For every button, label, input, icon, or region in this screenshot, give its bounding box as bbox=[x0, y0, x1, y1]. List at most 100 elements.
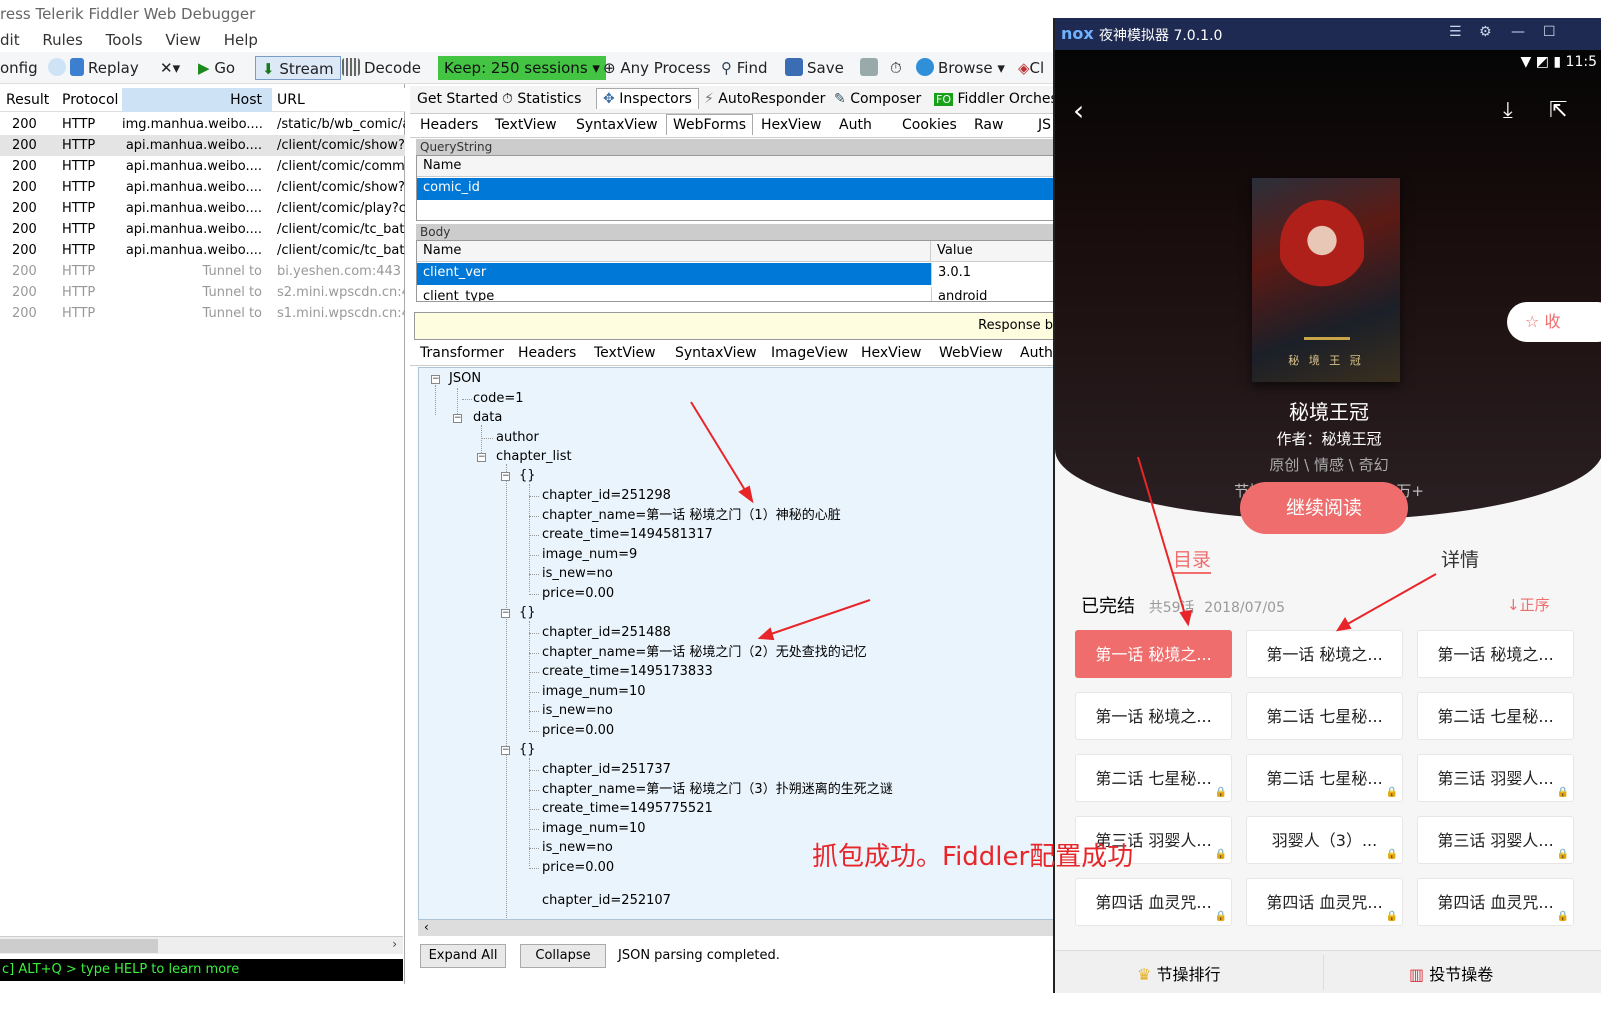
col-url[interactable]: URL bbox=[277, 92, 305, 108]
resp-tab-textview[interactable]: TextView bbox=[594, 345, 656, 361]
body-row2-name[interactable]: client_type bbox=[417, 287, 931, 301]
sort-button[interactable]: ↓正序 bbox=[1507, 594, 1550, 615]
node-field[interactable]: price=0.00 bbox=[542, 722, 614, 740]
chapter-item[interactable]: 第三话 羽婴人... 🔒 bbox=[1417, 754, 1574, 802]
any-process-button[interactable]: ⊕ Any Process bbox=[603, 56, 711, 80]
tab-detail[interactable]: 详情 bbox=[1441, 545, 1479, 572]
node-object[interactable]: {} bbox=[519, 467, 536, 485]
collapse-object-icon[interactable]: − bbox=[501, 472, 510, 481]
node-field[interactable]: is_new=no bbox=[542, 702, 613, 720]
session-row[interactable]: 200 HTTP api.manhua.weibo.... /client/comic… bbox=[0, 198, 405, 219]
session-row[interactable]: 200 HTTP api.manhua.weibo.... /client/comic… bbox=[0, 240, 405, 261]
favorite-button[interactable]: ☆ 收 bbox=[1507, 302, 1601, 342]
body-row-name[interactable]: client_ver bbox=[417, 263, 931, 285]
node-field[interactable]: price=0.00 bbox=[542, 859, 614, 877]
chapter-item[interactable]: 第一话 秘境之... bbox=[1075, 692, 1232, 740]
tab-composer[interactable]: ✎ Composer bbox=[834, 91, 921, 107]
menu-tools[interactable]: Tools bbox=[106, 31, 143, 49]
resp-tab-transformer[interactable]: Transformer bbox=[420, 345, 504, 361]
node-field[interactable]: create_time=1494581317 bbox=[542, 526, 713, 544]
chapter-item[interactable]: 第一话 秘境之... bbox=[1075, 630, 1232, 678]
node-field[interactable]: image_num=10 bbox=[542, 683, 646, 701]
collapse-button[interactable]: Collapse bbox=[520, 944, 606, 968]
collapse-object-icon[interactable]: − bbox=[501, 609, 510, 618]
collapse-json-icon[interactable]: − bbox=[431, 375, 440, 384]
collapse-data-icon[interactable]: − bbox=[453, 414, 462, 423]
node-field[interactable]: image_num=9 bbox=[542, 546, 637, 564]
tree-hscrollbar[interactable]: ‹ bbox=[418, 920, 1060, 936]
node-object[interactable]: {} bbox=[519, 741, 536, 759]
menu-view[interactable]: View bbox=[165, 31, 201, 49]
chapter-item[interactable]: 第一话 秘境之... bbox=[1246, 630, 1403, 678]
find-button[interactable]: ⚲ Find bbox=[721, 56, 768, 80]
chapter-item[interactable]: 第四话 血灵咒... 🔒 bbox=[1417, 878, 1574, 926]
resp-tab-imageview[interactable]: ImageView bbox=[771, 345, 848, 361]
req-tab-cookies[interactable]: Cookies bbox=[902, 117, 957, 133]
expand-all-button[interactable]: Expand All bbox=[420, 944, 506, 968]
vote-button[interactable]: ▥ 投节操卷 bbox=[1409, 961, 1493, 985]
req-tab-textview[interactable]: TextView bbox=[495, 117, 557, 133]
back-icon[interactable]: ‹ bbox=[1073, 94, 1084, 127]
req-tab-js[interactable]: JS bbox=[1038, 117, 1051, 133]
chapter-item[interactable]: 羽婴人（3）... 🔒 bbox=[1246, 816, 1403, 864]
download-icon[interactable]: ⤓ bbox=[1503, 98, 1513, 123]
chapter-item[interactable]: 第四话 血灵咒... 🔒 bbox=[1075, 878, 1232, 926]
menu-icon[interactable]: ☰ bbox=[1449, 24, 1462, 40]
resp-tab-headers[interactable]: Headers bbox=[518, 345, 576, 361]
node-object[interactable]: {} bbox=[519, 604, 536, 622]
quickexec-bar[interactable]: c] ALT+Q > type HELP to learn more bbox=[0, 959, 403, 981]
node-field[interactable]: create_time=1495775521 bbox=[542, 800, 713, 818]
tab-inspectors[interactable]: ✥ Inspectors bbox=[596, 88, 699, 109]
node-field[interactable]: price=0.00 bbox=[542, 585, 614, 603]
menu-edit[interactable]: dit bbox=[0, 31, 20, 49]
scroll-right-icon[interactable]: › bbox=[392, 937, 397, 951]
chapter-item[interactable]: 第二话 七星秘... 🔒 bbox=[1075, 754, 1232, 802]
session-row[interactable]: 200 HTTP api.manhua.weibo.... /client/comic… bbox=[0, 156, 405, 177]
screenshot-button[interactable] bbox=[860, 56, 882, 80]
req-tab-syntaxview[interactable]: SyntaxView bbox=[576, 117, 658, 133]
tab-autoresponder[interactable]: ⚡ AutoResponder bbox=[704, 91, 825, 107]
decode-button[interactable]: Decode bbox=[342, 56, 421, 80]
tab-statistics[interactable]: ⏱ Statistics bbox=[502, 91, 581, 107]
body-row-value[interactable]: 3.0.1 bbox=[931, 263, 1059, 285]
session-row[interactable]: 200 HTTP Tunnel to s1.mini.wpscdn.cn:44 bbox=[0, 303, 405, 324]
node-last[interactable]: chapter_id=252107 bbox=[542, 892, 671, 910]
resp-tab-syntaxview[interactable]: SyntaxView bbox=[675, 345, 757, 361]
response-bar[interactable]: Response b bbox=[414, 312, 1060, 340]
tab-catalog[interactable]: 目录 bbox=[1173, 545, 1212, 574]
chapter-item[interactable]: 第二话 七星秘... bbox=[1417, 692, 1574, 740]
clear-cache-button[interactable]: ◈Cl bbox=[1018, 56, 1044, 80]
sessions-hscrollbar[interactable]: › bbox=[0, 936, 403, 954]
save-button[interactable]: Save bbox=[785, 56, 844, 80]
remove-button[interactable]: ✕▾ bbox=[160, 56, 180, 80]
maximize-icon[interactable]: ☐ bbox=[1543, 24, 1556, 40]
col-host[interactable]: Host bbox=[122, 88, 272, 112]
node-field[interactable]: chapter_name=第一话 秘境之门（3）扑朔迷离的生死之谜 bbox=[542, 781, 893, 799]
resp-tab-hexview[interactable]: HexView bbox=[861, 345, 921, 361]
tab-orchestra[interactable]: FO Fiddler Orchestr bbox=[934, 91, 1069, 107]
resp-tab-auth[interactable]: Auth bbox=[1020, 345, 1053, 361]
node-field[interactable]: chapter_name=第一话 秘境之门（2）无处查找的记忆 bbox=[542, 644, 867, 662]
body-row2-value[interactable]: android bbox=[931, 287, 1059, 301]
node-field[interactable]: is_new=no bbox=[542, 565, 613, 583]
keep-sessions-dropdown[interactable]: Keep: 250 sessions ▾ bbox=[438, 56, 606, 80]
chapter-item[interactable]: 第四话 血灵咒... 🔒 bbox=[1246, 878, 1403, 926]
chapter-item[interactable]: 第一话 秘境之... bbox=[1417, 630, 1574, 678]
node-field[interactable]: is_new=no bbox=[542, 839, 613, 857]
session-row[interactable]: 200 HTTP api.manhua.weibo.... /client/comic… bbox=[0, 177, 405, 198]
node-field[interactable]: chapter_id=251298 bbox=[542, 487, 671, 505]
menu-help[interactable]: Help bbox=[224, 31, 258, 49]
node-author[interactable]: author bbox=[496, 429, 539, 447]
req-tab-webforms[interactable]: WebForms bbox=[666, 114, 754, 135]
rank-button[interactable]: ♛ 节操排行 bbox=[1137, 961, 1220, 985]
config-button[interactable]: onfig bbox=[0, 56, 38, 80]
qs-row[interactable]: comic_id bbox=[417, 178, 1059, 200]
node-data[interactable]: data bbox=[473, 409, 502, 427]
go-button[interactable]: ▶ Go bbox=[198, 56, 235, 80]
browse-button[interactable]: Browse ▾ bbox=[916, 56, 1005, 80]
node-field[interactable]: chapter_id=251488 bbox=[542, 624, 671, 642]
menu-rules[interactable]: Rules bbox=[42, 31, 82, 49]
node-field[interactable]: create_time=1495173833 bbox=[542, 663, 713, 681]
col-protocol[interactable]: Protocol bbox=[62, 92, 118, 108]
node-field[interactable]: image_num=10 bbox=[542, 820, 646, 838]
